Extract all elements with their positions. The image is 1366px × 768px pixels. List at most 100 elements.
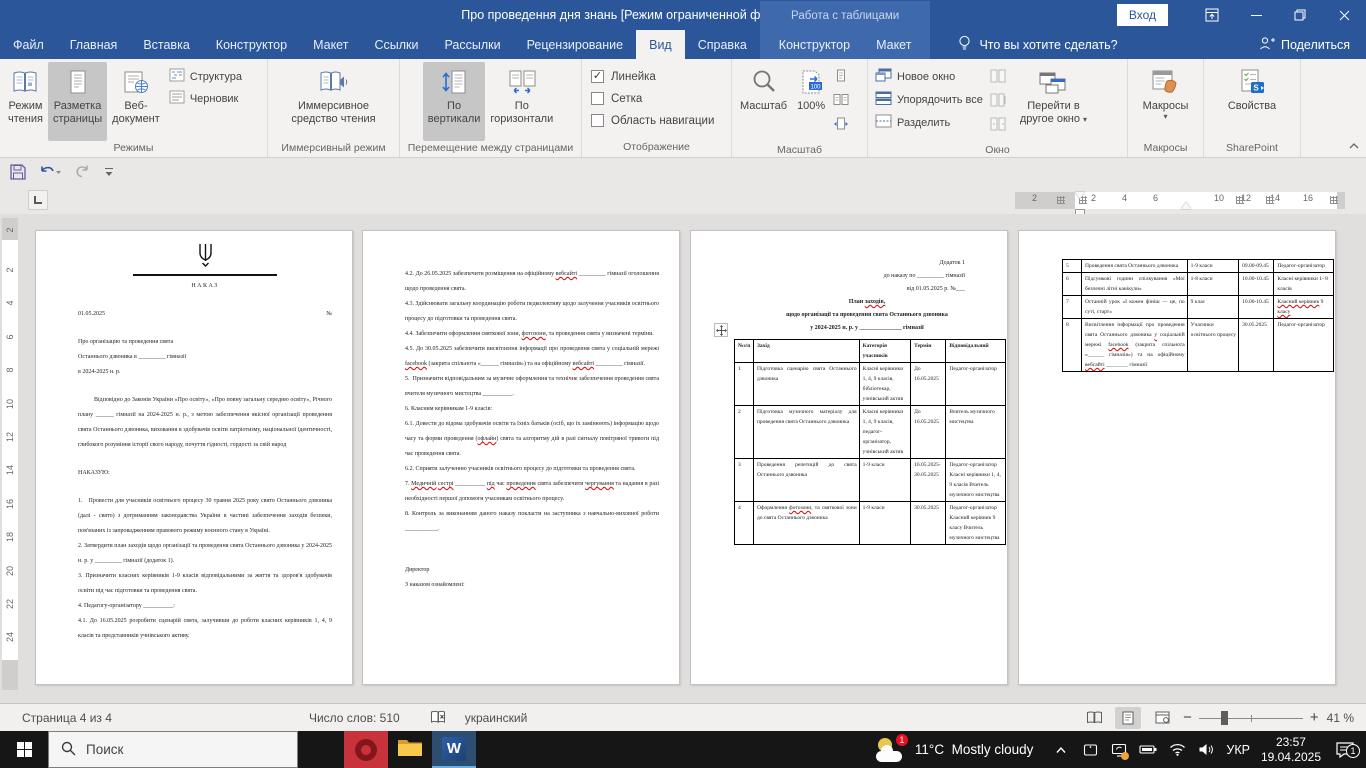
web-layout-view-button[interactable] (1149, 707, 1175, 729)
properties-icon: S (1238, 66, 1266, 98)
zoom-100-button[interactable]: 100 100% (792, 62, 830, 141)
hanging-indent-marker[interactable] (1181, 202, 1191, 209)
print-layout-button[interactable]: Разметка страницы (47, 62, 108, 141)
action-center-button[interactable]: 1 (1332, 741, 1360, 758)
zoom-level-label[interactable]: 41 % (1327, 711, 1354, 725)
show-hidden-icons-button[interactable] (1052, 738, 1070, 762)
new-window-button[interactable]: Новое окно (875, 68, 983, 85)
tell-me-box[interactable]: Что вы хотите сделать? (944, 30, 1131, 59)
arrange-all-button[interactable]: Упорядочить все (875, 91, 983, 108)
gridlines-checkbox[interactable]: Сетка (591, 92, 714, 105)
switch-windows-button[interactable]: Перейти в другое окно ▾ (1015, 62, 1092, 141)
word-count-indicator[interactable]: Число слов: 510 (303, 704, 406, 731)
ruler-number: 4 (1122, 193, 1128, 203)
split-button[interactable]: Разделить (875, 114, 983, 131)
tab-рассылки[interactable]: Рассылки (431, 30, 513, 59)
undo-button[interactable] (39, 164, 61, 180)
properties-button[interactable]: S Свойства (1223, 62, 1281, 141)
display-sync-icon[interactable] (1110, 738, 1130, 762)
vertical-ruler[interactable]: 2 2 4 6 8 10 12 14 16 18 20 22 24 (2, 218, 18, 690)
document-paragraph: НАКАЗ (191, 283, 219, 289)
taskbar-word-button[interactable]: W (432, 731, 476, 768)
zoom-in-button[interactable]: + (1310, 710, 1319, 725)
read-mode-view-button[interactable] (1081, 707, 1107, 729)
tab-ссылки[interactable]: Ссылки (361, 30, 431, 59)
taskbar-opera-button[interactable] (344, 731, 388, 768)
tab-макет[interactable]: Макет (863, 30, 924, 59)
tab-главная[interactable]: Главная (57, 30, 131, 59)
tab-вставка[interactable]: Вставка (130, 30, 202, 59)
ruler-checkbox[interactable]: ✓ Линейка (591, 70, 714, 83)
tab-вид[interactable]: Вид (636, 30, 685, 59)
zoom-slider-thumb[interactable] (1220, 710, 1228, 725)
document-page-4[interactable]: 5 Проведення свята Останнього дзвоника 1-9… (1018, 230, 1336, 685)
language-switcher[interactable]: УКР (1226, 743, 1250, 757)
start-button[interactable] (0, 731, 48, 768)
read-mode-button[interactable]: Режим чтения (3, 62, 48, 141)
collapse-ribbon-button[interactable] (1348, 137, 1360, 155)
taskbar-explorer-button[interactable] (388, 731, 432, 768)
tab-файл[interactable]: Файл (0, 30, 57, 59)
document-paragraph: Відповідно до Законів України «Про освіт… (78, 397, 332, 448)
ribbon-display-options-button[interactable] (1190, 0, 1234, 30)
web-layout-button[interactable]: Веб- документ (107, 62, 165, 141)
macros-button[interactable]: Макросы ▾ (1138, 62, 1194, 141)
vertical-scrolling-button[interactable]: По вертикали (422, 62, 486, 141)
tab-рецензирование[interactable]: Рецензирование (514, 30, 637, 59)
first-line-indent-marker[interactable] (1075, 192, 1085, 199)
document-paragraph: в 2024-2025 н. р. (78, 369, 121, 375)
draft-view-button[interactable]: Черновик (169, 90, 242, 107)
tab-конструктор[interactable]: Конструктор (203, 30, 300, 59)
save-button[interactable] (10, 164, 26, 180)
page-number-indicator[interactable]: Страница 4 из 4 (16, 704, 118, 731)
share-button[interactable]: Поделиться (1243, 30, 1366, 59)
print-layout-view-button[interactable] (1115, 706, 1142, 729)
minimize-button[interactable] (1234, 0, 1278, 30)
document-page-1[interactable]: НАКАЗ 01.05.2025 № Про організацію та прове… (35, 230, 353, 685)
tab-макет[interactable]: Макет (300, 30, 361, 59)
tab-конструктор[interactable]: Конструктор (766, 30, 863, 59)
horizontal-ruler[interactable]: 2 2 4 6 10 12 14 16 (1015, 192, 1345, 215)
table-column-marker[interactable] (1330, 196, 1338, 204)
checkbox-empty-icon (591, 92, 604, 105)
taskbar-clock[interactable]: 23:57 19.04.2025 (1261, 735, 1321, 765)
document-table[interactable]: №з/п Захід Категорія учасників Термін Відпов… (734, 339, 1006, 545)
document-page-3[interactable]: Додаток 1 до наказу по _________ гімназії… (690, 230, 1008, 685)
customize-qat-button[interactable] (103, 166, 115, 178)
volume-icon[interactable] (1197, 738, 1215, 762)
table-column-marker[interactable] (1266, 196, 1274, 204)
tablet-mode-icon[interactable] (1081, 738, 1099, 762)
group-modes: Режим чтения Разметка страницы Веб- доку… (0, 59, 268, 157)
table-column-marker[interactable] (1236, 196, 1244, 204)
close-button[interactable] (1322, 0, 1366, 30)
language-indicator[interactable]: украинский (459, 704, 534, 731)
document-page-2[interactable]: 4.2. До 26.05.2025 забезпечити розміщенн… (362, 230, 680, 685)
battery-icon[interactable] (1139, 738, 1157, 762)
zoom-slider[interactable]: − + (1183, 710, 1319, 725)
taskbar-search-box[interactable]: Поиск (48, 731, 298, 768)
zoom-button[interactable]: Масштаб (735, 62, 792, 141)
page-width-button[interactable] (833, 117, 849, 136)
document-table[interactable]: 5 Проведення свята Останнього дзвоника 1-9… (1062, 259, 1334, 372)
arrange-all-icon (875, 91, 892, 108)
one-page-button[interactable] (833, 69, 849, 88)
side-to-side-button[interactable]: По горизонтали (485, 62, 558, 141)
restore-button[interactable] (1278, 0, 1322, 30)
ruler-number: 6 (1153, 193, 1159, 203)
table-row: 8 Висвітлення інформації про проведення с… (1062, 318, 1334, 372)
tab-справка[interactable]: Справка (685, 30, 760, 59)
tab-stop-selector[interactable] (28, 190, 48, 210)
table-column-marker[interactable] (1057, 196, 1065, 204)
taskbar-weather-widget[interactable]: 1 11°C Mostly cloudy (875, 733, 1033, 763)
outline-view-button[interactable]: Структура (169, 68, 242, 85)
wifi-icon[interactable] (1168, 738, 1186, 762)
table-move-handle[interactable] (714, 323, 728, 337)
multiple-pages-button[interactable] (833, 93, 849, 112)
immersive-reader-button[interactable]: Иммерсивное средство чтения (286, 62, 380, 141)
zoom-out-button[interactable]: − (1183, 710, 1192, 725)
sign-in-button[interactable]: Вход (1116, 4, 1168, 26)
navigation-pane-checkbox[interactable]: Область навигации (591, 114, 714, 127)
proofing-status-icon[interactable] (424, 704, 453, 731)
group-page-movement: По вертикали По горизонтали Перемещение … (400, 59, 582, 157)
redo-button[interactable] (74, 164, 90, 180)
